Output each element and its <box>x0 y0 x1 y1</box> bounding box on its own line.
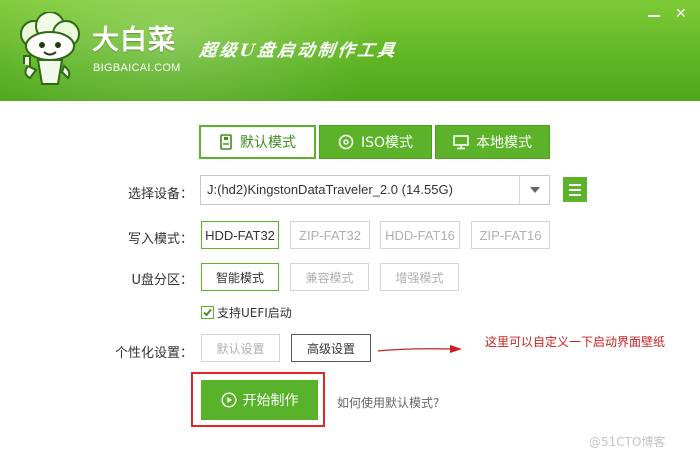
write-mode-zip-fat16[interactable]: ZIP-FAT16 <box>471 221 550 249</box>
personalize-label: 个性化设置： <box>114 346 193 361</box>
disc-icon <box>338 134 354 150</box>
partition-enhanced-mode[interactable]: 增强模式 <box>380 263 459 291</box>
close-icon: ✕ <box>675 6 687 22</box>
write-mode-hdd-fat32[interactable]: HDD-FAT32 <box>201 221 279 249</box>
slogan: 超级U盘启动制作工具 <box>198 41 399 61</box>
tab-label: ISO模式 <box>360 135 414 151</box>
write-mode-hdd-fat16[interactable]: HDD-FAT16 <box>380 221 460 249</box>
personalize-advanced-button[interactable]: 高级设置 <box>291 334 371 362</box>
minimize-button[interactable] <box>643 6 665 24</box>
uefi-checkbox[interactable]: 支持UEFI启动 <box>201 304 292 321</box>
annotation-text: 这里可以自定义一下启动界面壁纸 <box>485 335 666 349</box>
tab-label: 本地模式 <box>476 135 532 151</box>
close-button[interactable]: ✕ <box>670 6 692 24</box>
help-link[interactable]: 如何使用默认模式? <box>337 394 439 411</box>
play-icon <box>220 392 237 408</box>
write-mode-zip-fat32[interactable]: ZIP-FAT32 <box>290 221 370 249</box>
app-header: 大白菜 BIGBAICAI.COM 超级U盘启动制作工具 ✕ <box>0 0 700 101</box>
tab-label: 默认模式 <box>240 135 296 151</box>
personalize-default-button[interactable]: 默认设置 <box>201 334 280 362</box>
brand-name: 大白菜 <box>92 25 176 56</box>
partition-compatible-mode[interactable]: 兼容模式 <box>290 263 369 291</box>
brand-url: BIGBAICAI.COM <box>93 62 181 74</box>
watermark: @51CTO博客 <box>589 435 666 449</box>
tab-default-mode[interactable]: 默认模式 <box>199 125 316 159</box>
partition-smart-mode[interactable]: 智能模式 <box>201 263 279 291</box>
chevron-down-icon <box>519 176 549 204</box>
checkbox-icon <box>201 306 214 319</box>
cabbage-mascot-logo <box>20 12 80 85</box>
tab-local-mode[interactable]: 本地模式 <box>435 125 550 159</box>
tab-iso-mode[interactable]: ISO模式 <box>319 125 432 159</box>
uefi-label: 支持UEFI启动 <box>217 306 292 320</box>
device-menu-button[interactable] <box>563 177 587 202</box>
annotation-arrow-icon <box>378 345 462 353</box>
menu-icon <box>569 184 581 186</box>
start-button-label: 开始制作 <box>242 393 299 409</box>
partition-label: U盘分区： <box>131 273 193 288</box>
monitor-icon <box>453 134 469 150</box>
device-dropdown[interactable]: J:(hd2)KingstonDataTraveler_2.0 (14.55G) <box>200 175 550 205</box>
usb-drive-icon <box>219 134 233 150</box>
start-button[interactable]: 开始制作 <box>201 380 318 420</box>
write-mode-label: 写入模式： <box>127 232 193 247</box>
device-value: J:(hd2)KingstonDataTraveler_2.0 (14.55G) <box>207 182 453 197</box>
device-label: 选择设备： <box>127 187 193 202</box>
